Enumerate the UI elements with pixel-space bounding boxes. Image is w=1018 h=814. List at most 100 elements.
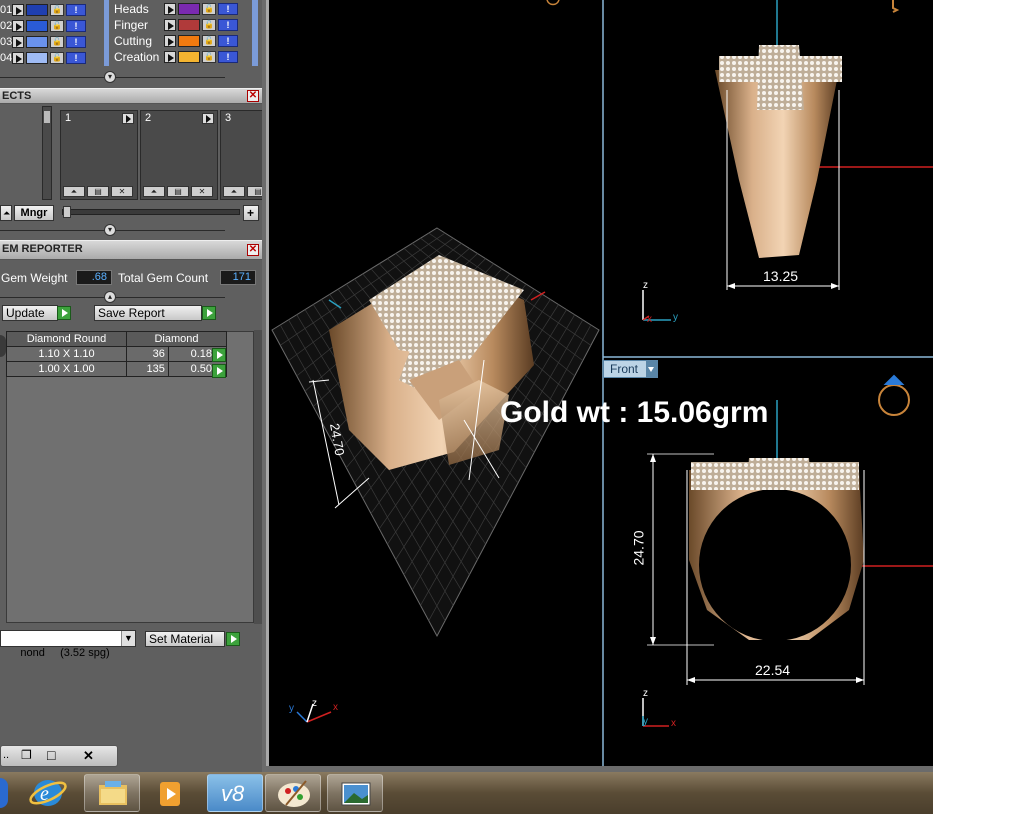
- close-objects-button[interactable]: ✕: [247, 90, 259, 102]
- save-icon[interactable]: ▤: [167, 186, 189, 197]
- gem-size-cell: 1.10 X 1.10: [6, 346, 127, 362]
- play-icon[interactable]: [12, 52, 24, 64]
- lock-icon[interactable]: 🔓: [202, 19, 216, 31]
- save-icon[interactable]: ▤: [87, 186, 109, 197]
- group-color-swatch[interactable]: [178, 51, 200, 63]
- visibility-icon[interactable]: !: [218, 51, 238, 63]
- material-select[interactable]: nond (3.52 spg) ▼: [0, 630, 136, 659]
- visibility-icon[interactable]: !: [66, 36, 86, 48]
- lock-icon[interactable]: 🔓: [50, 52, 64, 64]
- group-row[interactable]: Creation 🔓!: [114, 50, 238, 64]
- restore-icon[interactable]: ❐: [21, 748, 32, 762]
- play-icon[interactable]: [202, 113, 214, 124]
- gem-scrollbar[interactable]: [254, 330, 262, 624]
- up-icon[interactable]: ⏶: [143, 186, 165, 197]
- objects-scrollbar[interactable]: [42, 106, 52, 200]
- viewport-area[interactable]: 24.70 13.25 24.70 22.54 y z x z x y z y …: [266, 0, 933, 766]
- axis-y-label: y: [289, 703, 294, 714]
- set-material-go-icon[interactable]: [226, 632, 240, 646]
- group-row[interactable]: Cutting 🔓!: [114, 34, 238, 48]
- lock-icon[interactable]: 🔓: [202, 3, 216, 15]
- play-icon[interactable]: [164, 51, 176, 63]
- layer-color-swatch[interactable]: [26, 52, 48, 64]
- play-icon[interactable]: [122, 113, 134, 124]
- gem-table-handle[interactable]: [0, 335, 6, 357]
- visibility-icon[interactable]: !: [218, 35, 238, 47]
- save-report-go-icon[interactable]: [202, 306, 216, 320]
- lock-icon[interactable]: 🔓: [50, 20, 64, 32]
- front-view-dropdown[interactable]: Front: [603, 360, 658, 378]
- layer-row[interactable]: 02 🔓!: [0, 19, 86, 33]
- collapse-layers-button[interactable]: ▾: [104, 71, 116, 83]
- save-report-button[interactable]: Save Report: [94, 305, 202, 321]
- group-color-swatch[interactable]: [178, 35, 200, 47]
- table-row[interactable]: 1.10 X 1.10 36 0.18tw: [6, 346, 228, 362]
- group-color-swatch[interactable]: [178, 3, 200, 15]
- group-row[interactable]: Heads 🔓!: [114, 2, 238, 16]
- object-slot-2[interactable]: 2 ⏶ ▤ ✕: [140, 110, 218, 200]
- object-slot-1[interactable]: 1 ⏶ ▤ ✕: [60, 110, 138, 200]
- play-icon[interactable]: [12, 4, 24, 16]
- matrix-app-icon[interactable]: v8: [207, 774, 263, 812]
- close-gem-reporter-button[interactable]: ✕: [247, 244, 259, 256]
- mngr-button[interactable]: Mngr: [14, 205, 54, 221]
- lock-icon[interactable]: 🔓: [50, 4, 64, 16]
- media-player-icon[interactable]: [150, 776, 190, 810]
- row-1-go-icon[interactable]: [212, 348, 226, 362]
- update-go-icon[interactable]: [57, 306, 71, 320]
- axis-z-label: z: [643, 688, 648, 699]
- layer-row[interactable]: 03 🔓!: [0, 35, 86, 49]
- visibility-icon[interactable]: !: [66, 52, 86, 64]
- photo-viewer-icon[interactable]: [327, 774, 383, 812]
- close-icon[interactable]: ✕: [83, 748, 94, 764]
- layer-scrollbar[interactable]: [252, 0, 258, 66]
- play-icon[interactable]: [12, 20, 24, 32]
- play-icon[interactable]: [164, 35, 176, 47]
- chevron-down-icon[interactable]: [646, 361, 657, 377]
- paint-icon[interactable]: [265, 774, 321, 812]
- viewport-canvas[interactable]: [269, 0, 933, 766]
- visibility-icon[interactable]: !: [66, 20, 86, 32]
- group-row[interactable]: Finger 🔓!: [114, 18, 238, 32]
- row-2-go-icon[interactable]: [212, 364, 226, 378]
- play-icon[interactable]: [164, 3, 176, 15]
- delete-icon[interactable]: ✕: [191, 186, 213, 197]
- collapse-gem-button[interactable]: ▴: [104, 291, 116, 303]
- lock-icon[interactable]: 🔓: [50, 36, 64, 48]
- up-icon[interactable]: ⏶: [223, 186, 245, 197]
- chevron-down-icon[interactable]: ▼: [121, 631, 135, 646]
- start-button[interactable]: [0, 778, 8, 808]
- play-icon[interactable]: [12, 36, 24, 48]
- file-explorer-icon[interactable]: [84, 774, 140, 812]
- visibility-icon[interactable]: !: [218, 19, 238, 31]
- up-icon[interactable]: ⏶: [63, 186, 85, 197]
- internet-explorer-icon[interactable]: e: [28, 776, 68, 810]
- save-icon[interactable]: ▤: [247, 186, 262, 197]
- layer-color-swatch[interactable]: [26, 4, 48, 16]
- table-row[interactable]: 1.00 X 1.00 135 0.50tw: [6, 361, 228, 377]
- delete-icon[interactable]: ✕: [111, 186, 133, 197]
- layer-divider: [104, 0, 109, 66]
- layer-row[interactable]: 04 🔓!: [0, 51, 86, 65]
- group-color-swatch[interactable]: [178, 19, 200, 31]
- layer-color-swatch[interactable]: [26, 20, 48, 32]
- collapse-objects-button[interactable]: ▾: [104, 224, 116, 236]
- prev-button[interactable]: ⏶: [0, 205, 12, 221]
- zoom-slider[interactable]: [62, 206, 240, 218]
- update-button[interactable]: Update: [2, 305, 58, 321]
- maximize-icon[interactable]: □: [47, 747, 55, 763]
- lock-icon[interactable]: 🔓: [202, 51, 216, 63]
- play-icon[interactable]: [164, 19, 176, 31]
- layer-row[interactable]: 01 🔓!: [0, 3, 86, 17]
- column-header-shape: Diamond Round: [6, 331, 127, 347]
- visibility-icon[interactable]: !: [218, 3, 238, 15]
- object-slot-3[interactable]: 3 ⏶ ▤: [220, 110, 262, 200]
- axis-z-label: z: [643, 280, 648, 291]
- layer-color-swatch[interactable]: [26, 36, 48, 48]
- visibility-icon[interactable]: !: [66, 4, 86, 16]
- set-material-button[interactable]: Set Material: [145, 631, 225, 647]
- front-view-label: Front: [610, 362, 639, 376]
- axis-x-label: x: [671, 718, 676, 729]
- add-button[interactable]: +: [243, 205, 259, 221]
- lock-icon[interactable]: 🔓: [202, 35, 216, 47]
